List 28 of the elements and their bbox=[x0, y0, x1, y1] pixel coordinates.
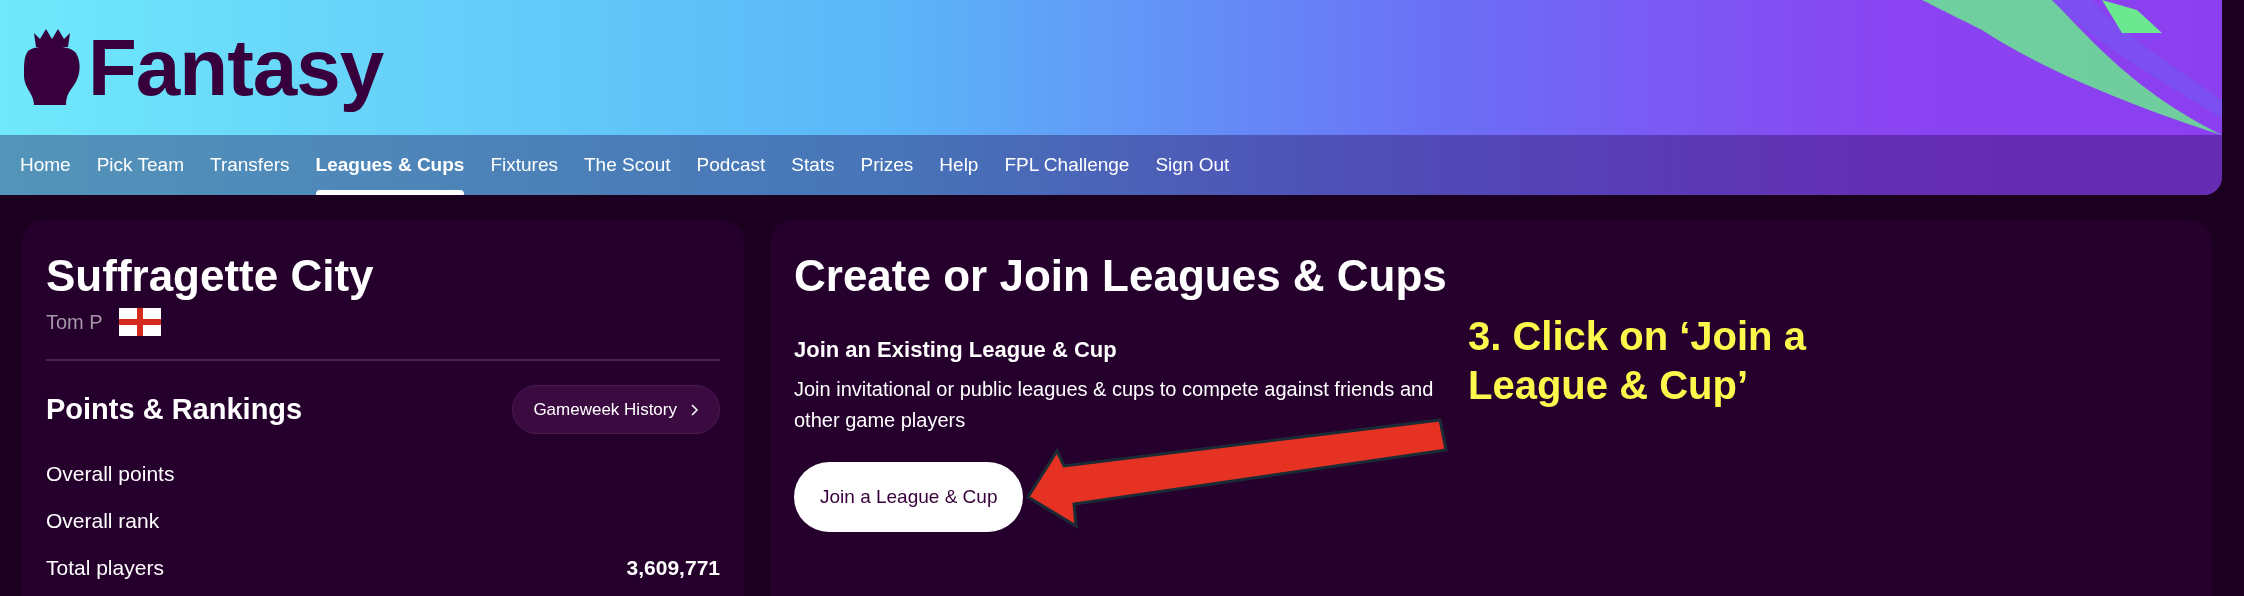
logo-text: Fantasy bbox=[88, 21, 384, 114]
chevron-right-icon bbox=[691, 403, 699, 416]
gameweek-history-button[interactable]: Gameweek History bbox=[512, 384, 720, 435]
section-title: Points & Rankings bbox=[46, 391, 303, 427]
stat-label: Overall rank bbox=[46, 508, 160, 535]
stat-value: 3,609,771 bbox=[626, 555, 720, 582]
nav-tab[interactable]: FPL Challenge bbox=[1004, 135, 1130, 195]
nav-tab[interactable]: Podcast bbox=[696, 135, 766, 195]
nav-tab[interactable]: Home bbox=[20, 135, 71, 195]
join-league-button[interactable]: Join a League & Cup bbox=[794, 461, 1024, 533]
manager-name: Tom P bbox=[46, 309, 103, 335]
nav-tab[interactable]: The Scout bbox=[584, 135, 671, 195]
nav-tab[interactable]: Fixtures bbox=[490, 135, 558, 195]
team-name: Suffragette City bbox=[46, 250, 375, 302]
annotation-text: 3. Click on ‘Join a League & Cup’ bbox=[1468, 313, 1806, 409]
nav-tab[interactable]: Sign Out bbox=[1155, 135, 1230, 195]
nav-tab[interactable]: Transfers bbox=[210, 135, 290, 195]
card-title: Create or Join Leagues & Cups bbox=[794, 250, 1448, 302]
stat-label: Total players bbox=[46, 555, 164, 582]
nav-tab[interactable]: Pick Team bbox=[96, 135, 184, 195]
section-subtitle: Join an Existing League & Cup bbox=[794, 335, 1117, 364]
nav-tab[interactable]: Leagues & Cups bbox=[315, 135, 465, 195]
nav-tab[interactable]: Help bbox=[939, 135, 979, 195]
nav-tab[interactable]: Stats bbox=[791, 135, 835, 195]
description-text: Join invitational or public leagues & cups to compete against friends and other game players bbox=[794, 376, 1435, 433]
stat-label: Overall points bbox=[46, 461, 175, 488]
nav-tab[interactable]: Prizes bbox=[860, 135, 914, 195]
england-flag-icon bbox=[118, 307, 161, 336]
